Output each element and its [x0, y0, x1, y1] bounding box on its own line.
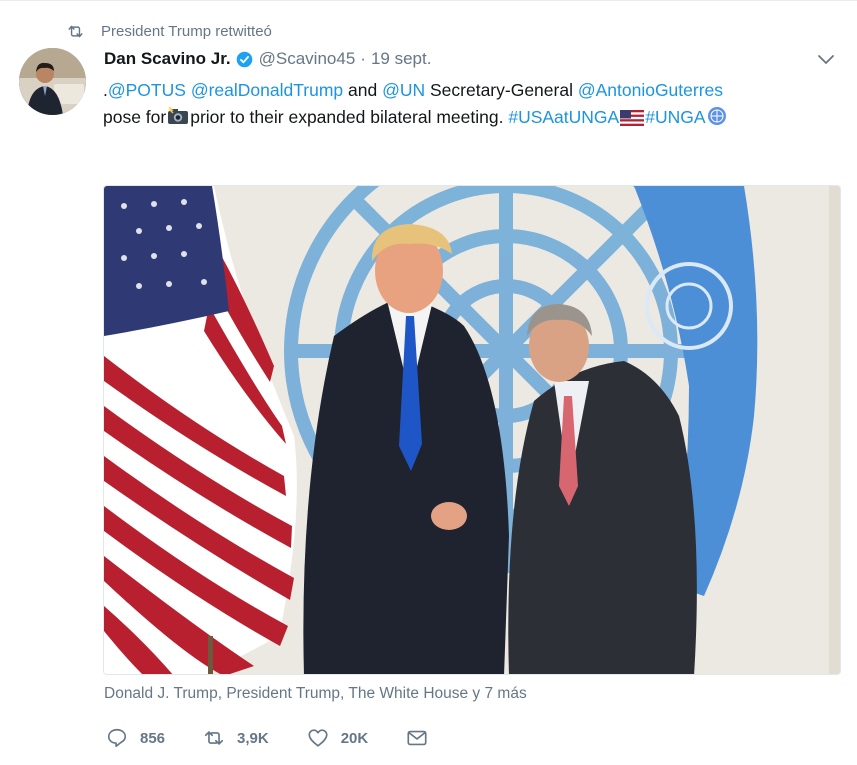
tweet-header: Dan Scavino Jr. @Scavino45 · 19 sept.: [104, 49, 431, 69]
envelope-icon: [407, 730, 427, 746]
retweet-count: 3,9K: [237, 729, 269, 747]
reply-icon: [107, 728, 127, 748]
text-rest: prior to their expanded bilateral meetin…: [190, 107, 509, 127]
tweet-photo[interactable]: [103, 185, 841, 675]
retweet-button[interactable]: 3,9K: [203, 727, 269, 749]
reply-button[interactable]: 856: [106, 727, 165, 749]
retweet-action-icon: [204, 731, 224, 745]
reply-count: 856: [140, 729, 166, 747]
top-divider: [0, 0, 857, 1]
avatar[interactable]: [19, 48, 86, 115]
hashtag-unga[interactable]: #UNGA: [645, 107, 705, 127]
camera-flash-emoji-icon: [168, 106, 189, 124]
text-pose-for: pose for: [103, 107, 167, 127]
author-handle[interactable]: @Scavino45: [259, 49, 356, 69]
mention-un[interactable]: @UN: [382, 80, 425, 100]
retweet-context[interactable]: President Trump retwitteó: [66, 20, 272, 42]
heart-icon: [308, 729, 328, 747]
us-flag-emoji-icon: [620, 110, 645, 126]
tweet-actions: 856 3,9K 20K: [106, 727, 466, 749]
retweet-label: President Trump retwitteó: [101, 22, 272, 40]
text-and: and: [343, 80, 383, 100]
retweet-icon: [68, 25, 83, 37]
verified-badge-icon: [236, 51, 252, 67]
separator-dot: ·: [360, 49, 366, 68]
hashtag-usaatunga[interactable]: #USAatUNGA: [508, 107, 619, 127]
tweet-text: .@POTUS @realDonaldTrump and @UN Secreta…: [103, 77, 843, 131]
un-globe-emoji-icon: [707, 107, 726, 125]
mention-antonioguterres[interactable]: @AntonioGuterres: [578, 80, 723, 100]
chevron-down-icon[interactable]: [816, 53, 836, 67]
tweet-date[interactable]: 19 sept.: [371, 49, 432, 69]
like-count: 20K: [340, 729, 369, 747]
direct-message-button[interactable]: [406, 727, 428, 749]
like-button[interactable]: 20K: [307, 727, 369, 749]
mention-realdonaldtrump[interactable]: @realDonaldTrump: [191, 80, 343, 100]
mention-potus[interactable]: @POTUS: [108, 80, 186, 100]
text-secretary-general: Secretary-General: [425, 80, 578, 100]
author-name[interactable]: Dan Scavino Jr.: [104, 49, 231, 69]
tagged-people[interactable]: Donald J. Trump, President Trump, The Wh…: [104, 685, 527, 703]
